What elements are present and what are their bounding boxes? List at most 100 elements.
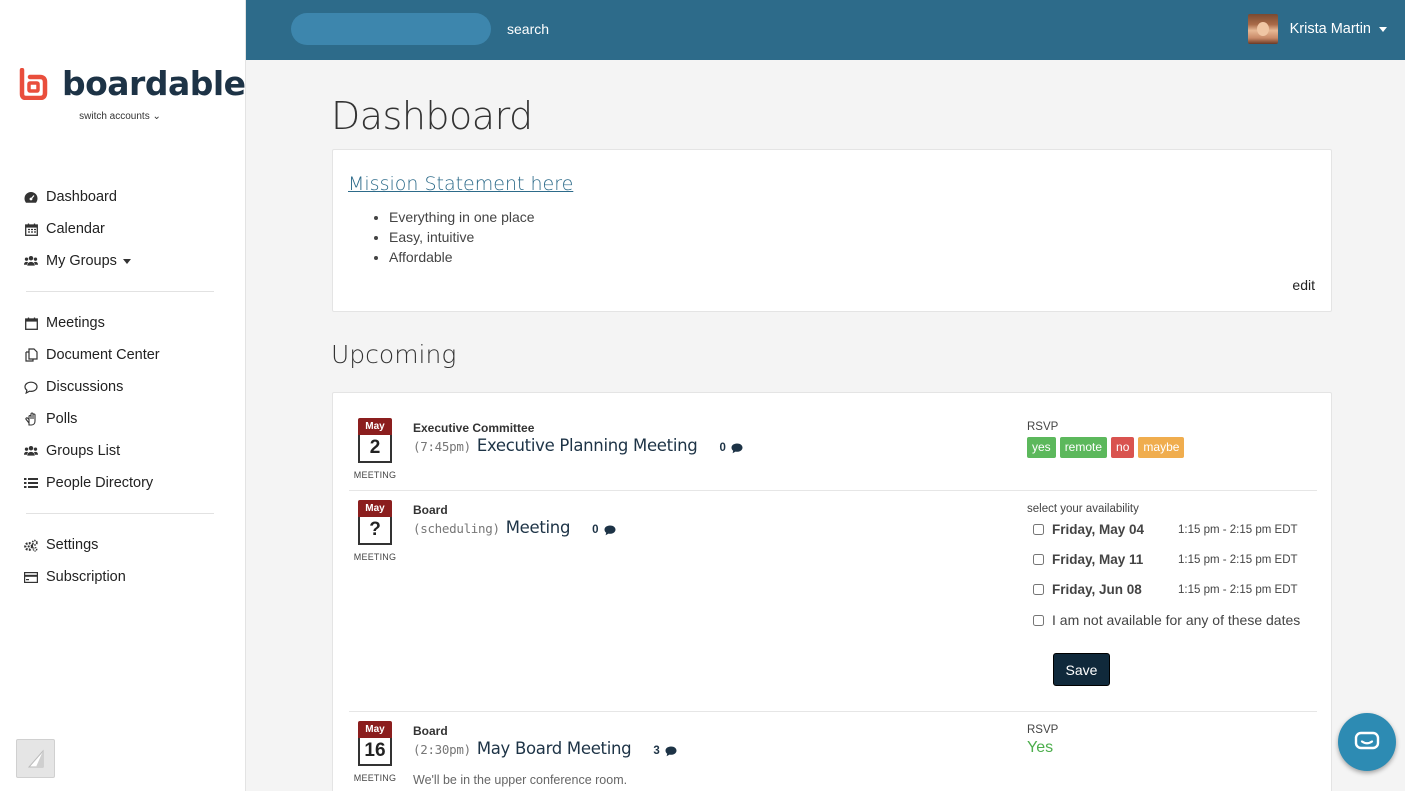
nav-divider	[26, 513, 214, 514]
not-available-checkbox[interactable]	[1033, 614, 1044, 626]
users-icon	[24, 254, 38, 268]
page-title: Dashboard	[331, 94, 533, 138]
top-bar: search Krista Martin	[246, 0, 1405, 60]
event-day: 2	[358, 435, 392, 463]
event-title-link[interactable]: Meeting	[506, 518, 571, 537]
search-label[interactable]: search	[507, 21, 549, 37]
collapse-sidebar-button[interactable]	[16, 739, 55, 778]
sidebar-item-calendar[interactable]: Calendar	[24, 213, 214, 245]
event-month: May	[358, 418, 392, 435]
event-day: ?	[358, 517, 392, 545]
event-month: May	[358, 500, 392, 517]
availability-option[interactable]: Friday, Jun 08 1:15 pm - 2:15 pm EDT	[1033, 582, 1313, 597]
sidebar-item-label: Document Center	[46, 347, 160, 363]
event-row: May 2 MEETING Executive Committee (7:45p…	[349, 418, 1317, 488]
availability-section: select your availability Friday, May 04 …	[1027, 503, 1317, 686]
switch-accounts-link[interactable]: switch accounts ⌄	[0, 111, 240, 122]
event-note: We'll be in the upper conference room.	[413, 773, 628, 787]
event-time: (scheduling)	[413, 521, 500, 536]
rsvp-yes-button[interactable]: yes	[1027, 437, 1056, 458]
users-icon	[24, 444, 38, 458]
search-input[interactable]	[291, 13, 491, 45]
sidebar-item-subscription[interactable]: Subscription	[24, 561, 214, 593]
documents-icon	[24, 348, 38, 362]
user-menu[interactable]: Krista Martin	[1247, 14, 1387, 44]
primary-nav: Dashboard Calendar My Groups Meetings Do…	[24, 181, 214, 593]
comment-count: 0	[592, 524, 599, 536]
event-title-line: (scheduling) Meeting 0	[413, 518, 616, 537]
comment-count: 3	[653, 745, 660, 757]
list-item: Affordable	[389, 247, 535, 267]
rsvp-section: RSVP yes remote no maybe	[1027, 421, 1185, 458]
mission-bullets: Everything in one place Easy, intuitive …	[389, 207, 535, 267]
mission-statement-link[interactable]: Mission Statement here	[348, 173, 573, 195]
not-available-option[interactable]: I am not available for any of these date…	[1033, 612, 1313, 628]
slot-time: 1:15 pm - 2:15 pm EDT	[1178, 553, 1298, 566]
collapse-arrow-icon	[27, 749, 43, 767]
nav-divider	[26, 291, 214, 292]
sidebar-item-label: Meetings	[46, 315, 105, 331]
sidebar-item-polls[interactable]: Polls	[24, 403, 214, 435]
chat-widget-button[interactable]	[1338, 713, 1396, 771]
sidebar-item-label: Settings	[46, 537, 99, 553]
sidebar: boardable switch accounts ⌄ Dashboard Ca…	[0, 0, 246, 791]
rsvp-no-button[interactable]: no	[1111, 437, 1135, 458]
event-comments-link[interactable]: 3	[653, 745, 677, 757]
rsvp-label: RSVP	[1027, 724, 1059, 736]
event-title-link[interactable]: Executive Planning Meeting	[477, 436, 698, 455]
rsvp-remote-button[interactable]: remote	[1059, 437, 1108, 458]
boardable-logo-icon	[18, 67, 48, 101]
slot-date: Friday, May 11	[1052, 552, 1144, 567]
sidebar-item-people-directory[interactable]: People Directory	[24, 467, 214, 499]
availability-label: select your availability	[1027, 503, 1139, 515]
sidebar-item-label: Dashboard	[46, 189, 117, 205]
rsvp-options: yes remote no maybe	[1027, 437, 1185, 458]
comment-count: 0	[719, 442, 726, 454]
event-comments-link[interactable]: 0	[719, 442, 743, 454]
mission-card: Mission Statement here Everything in one…	[332, 149, 1332, 312]
slot-date: Friday, May 04	[1052, 522, 1145, 537]
credit-card-icon	[24, 570, 38, 584]
slot-time: 1:15 pm - 2:15 pm EDT	[1178, 523, 1298, 536]
sidebar-item-settings[interactable]: Settings	[24, 529, 214, 561]
sidebar-item-label: Calendar	[46, 221, 105, 237]
hand-icon	[24, 412, 38, 426]
availability-option[interactable]: Friday, May 04 1:15 pm - 2:15 pm EDT	[1033, 522, 1313, 537]
sidebar-item-meetings[interactable]: Meetings	[24, 307, 214, 339]
sidebar-item-dashboard[interactable]: Dashboard	[24, 181, 214, 213]
upcoming-title: Upcoming	[331, 340, 457, 369]
save-availability-button[interactable]: Save	[1053, 653, 1110, 686]
availability-option[interactable]: Friday, May 11 1:15 pm - 2:15 pm EDT	[1033, 552, 1313, 567]
rsvp-status[interactable]: Yes	[1027, 739, 1058, 757]
slot-time: 1:15 pm - 2:15 pm EDT	[1178, 583, 1298, 596]
gears-icon	[24, 538, 38, 552]
event-divider	[349, 490, 1317, 491]
event-date-badge: May 16	[358, 721, 392, 766]
availability-checkbox[interactable]	[1033, 524, 1044, 535]
event-title-link[interactable]: May Board Meeting	[477, 739, 632, 758]
user-name: Krista Martin	[1289, 21, 1371, 37]
boardable-logo[interactable]: boardable	[18, 66, 246, 102]
not-available-label: I am not available for any of these date…	[1052, 612, 1301, 628]
sidebar-item-my-groups[interactable]: My Groups	[24, 245, 214, 277]
availability-checkbox[interactable]	[1033, 554, 1044, 565]
list-icon	[24, 476, 38, 490]
event-type: MEETING	[353, 470, 397, 480]
comments-icon	[604, 525, 616, 535]
event-divider	[349, 711, 1317, 712]
sidebar-item-label: My Groups	[46, 253, 117, 269]
event-title-line: (2:30pm) May Board Meeting 3	[413, 739, 677, 758]
edit-mission-link[interactable]: edit	[1292, 277, 1315, 293]
sidebar-item-discussions[interactable]: Discussions	[24, 371, 214, 403]
comments-icon	[731, 443, 743, 453]
event-group: Board	[413, 503, 448, 517]
event-comments-link[interactable]: 0	[592, 524, 616, 536]
comment-icon	[24, 380, 38, 394]
event-row: May 16 MEETING Board (2:30pm) May Board …	[349, 721, 1317, 791]
availability-checkbox[interactable]	[1033, 584, 1044, 595]
sidebar-item-document-center[interactable]: Document Center	[24, 339, 214, 371]
sidebar-item-groups-list[interactable]: Groups List	[24, 435, 214, 467]
rsvp-maybe-button[interactable]: maybe	[1138, 437, 1185, 458]
brand-name: boardable	[62, 64, 246, 103]
event-date-badge: May 2	[358, 418, 392, 463]
